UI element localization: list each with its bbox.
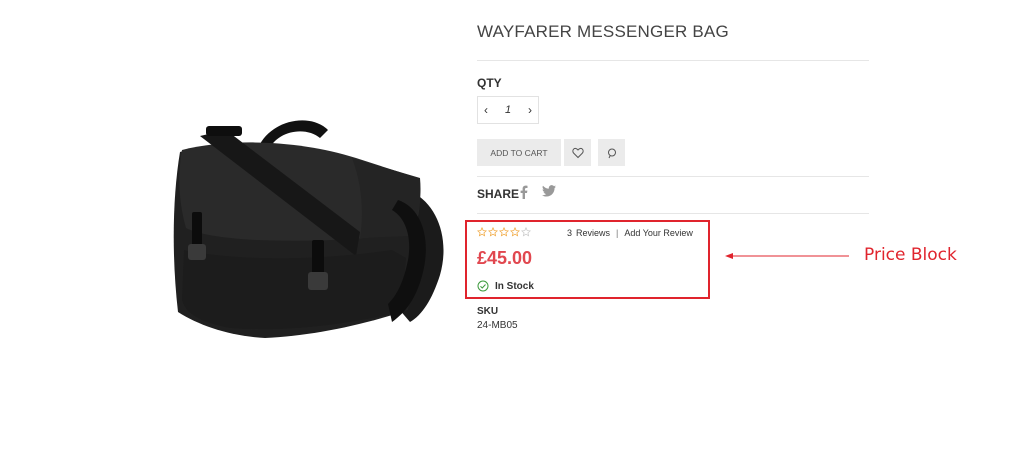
divider (477, 213, 869, 214)
rating-stars (477, 227, 531, 237)
heart-icon (571, 147, 584, 158)
product-price: £45.00 (477, 248, 533, 268)
qty-input[interactable]: 1 (505, 104, 511, 116)
check-circle-icon (477, 280, 489, 292)
product-image (160, 100, 460, 350)
twitter-icon[interactable] (542, 185, 556, 197)
star-outline-icon (477, 227, 487, 237)
star-outline-icon (488, 227, 498, 237)
reviews-link[interactable]: Reviews (576, 228, 610, 238)
facebook-icon[interactable] (520, 185, 528, 199)
star-outline-icon (499, 227, 509, 237)
divider (477, 176, 869, 177)
sku-label: SKU (477, 306, 499, 317)
chevron-left-icon[interactable]: ‹ (484, 104, 488, 116)
sku-value: 24-MB05 (477, 320, 518, 331)
annotation-arrow-icon (725, 253, 849, 259)
reviews-separator: | (616, 228, 619, 238)
compare-button[interactable] (598, 139, 625, 166)
add-review-link[interactable]: Add Your Review (624, 228, 693, 238)
quantity-stepper: ‹ 1 › (477, 96, 539, 124)
compare-icon (607, 148, 616, 158)
annotation-label: Price Block (864, 245, 957, 265)
product-title: WAYFARER MESSENGER BAG (477, 22, 729, 41)
star-outline-icon (521, 227, 531, 237)
star-outline-icon (510, 227, 520, 237)
stock-status: In Stock (477, 280, 534, 292)
add-to-cart-button[interactable]: ADD TO CART (477, 139, 561, 166)
stock-label: In Stock (495, 280, 534, 292)
divider (477, 60, 869, 61)
reviews-summary: 3 Reviews | Add Your Review (567, 228, 693, 238)
chevron-right-icon[interactable]: › (528, 104, 532, 116)
wishlist-button[interactable] (564, 139, 591, 166)
qty-label: QTY (477, 76, 502, 90)
share-label: SHARE (477, 187, 520, 201)
reviews-count: 3 (567, 228, 573, 238)
